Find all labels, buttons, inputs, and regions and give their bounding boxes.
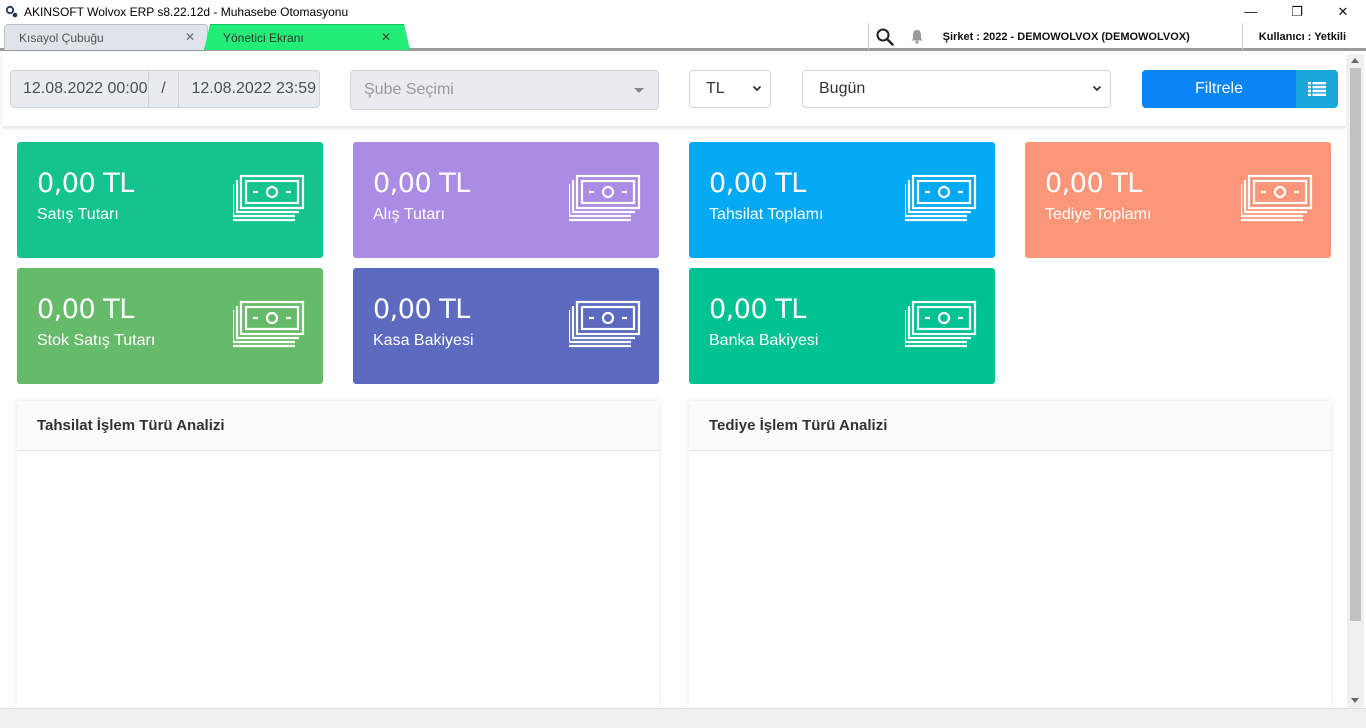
- restore-button[interactable]: ❐: [1274, 0, 1320, 23]
- close-tab-icon[interactable]: ✕: [185, 30, 195, 44]
- close-tab-icon[interactable]: ✕: [381, 30, 391, 44]
- filter-bar: 12.08.2022 00:00 / 12.08.2022 23:59 Şube…: [2, 54, 1346, 126]
- period-value: Bugün: [819, 80, 866, 97]
- date-separator: /: [149, 71, 180, 107]
- toolbar-right: Şirket : 2022 - DEMOWOLVOX (DEMOWOLVOX) …: [867, 23, 1366, 50]
- search-icon[interactable]: [869, 23, 901, 50]
- money-icon: [905, 174, 977, 222]
- chevron-down-icon: [752, 85, 762, 92]
- tab-label: Kısayol Çubuğu: [19, 30, 104, 45]
- list-icon: [1308, 82, 1326, 96]
- satis-tutari-card[interactable]: 0,00 TL Satış Tutarı: [17, 142, 323, 258]
- currency-select[interactable]: TL: [689, 70, 771, 108]
- start-date-input[interactable]: 12.08.2022 00:00: [11, 71, 149, 107]
- card-label: Satış Tutarı: [37, 206, 119, 223]
- date-range-group: 12.08.2022 00:00 / 12.08.2022 23:59: [10, 70, 320, 108]
- card-value: 0,00 TL: [373, 168, 470, 199]
- window-title: AKINSOFT Wolvox ERP s8.22.12d - Muhasebe…: [24, 4, 349, 19]
- list-view-button[interactable]: [1296, 70, 1338, 108]
- window-controls: — ❐ ✕: [1228, 0, 1366, 23]
- filter-button[interactable]: Filtrele: [1142, 70, 1296, 108]
- bell-icon[interactable]: [901, 23, 933, 50]
- tediye-toplami-card[interactable]: 0,00 TL Tediye Toplamı: [1025, 142, 1331, 258]
- tab-label: Yönetici Ekranı: [223, 30, 304, 45]
- money-icon: [905, 300, 977, 348]
- scroll-thumb[interactable]: [1350, 68, 1361, 621]
- period-select[interactable]: Bugün: [802, 70, 1111, 108]
- chevron-down-icon: [1092, 85, 1102, 92]
- app-logo-icon: [4, 4, 20, 20]
- alis-tutari-card[interactable]: 0,00 TL Alış Tutarı: [353, 142, 659, 258]
- card-value: 0,00 TL: [37, 294, 134, 325]
- stok-satis-tutari-card[interactable]: 0,00 TL Stok Satış Tutarı: [17, 268, 323, 384]
- card-label: Tediye Toplamı: [1045, 206, 1152, 223]
- status-bar: [0, 708, 1366, 728]
- close-window-button[interactable]: ✕: [1320, 0, 1366, 23]
- scroll-down-icon[interactable]: [1351, 698, 1359, 703]
- money-icon: [233, 300, 305, 348]
- card-label: Banka Bakiyesi: [709, 332, 819, 349]
- card-value: 0,00 TL: [37, 168, 134, 199]
- currency-value: TL: [706, 80, 725, 97]
- card-label: Alış Tutarı: [373, 206, 446, 223]
- tediye-analysis-panel: Tediye İşlem Türü Analizi: [689, 401, 1331, 708]
- tahsilat-analysis-panel: Tahsilat İşlem Türü Analizi: [17, 401, 659, 708]
- tab-kisayol-cubugu[interactable]: Kısayol Çubuğu ✕: [4, 24, 208, 50]
- money-icon: [233, 174, 305, 222]
- money-icon: [569, 300, 641, 348]
- end-date-input[interactable]: 12.08.2022 23:59: [179, 71, 319, 107]
- card-value: 0,00 TL: [709, 168, 806, 199]
- panel-title: Tahsilat İşlem Türü Analizi: [17, 401, 659, 451]
- tab-bar: Kısayol Çubuğu ✕ Yönetici Ekranı ✕ Şirke…: [0, 23, 1366, 51]
- money-icon: [1241, 174, 1313, 222]
- card-value: 0,00 TL: [1045, 168, 1142, 199]
- banka-bakiyesi-card[interactable]: 0,00 TL Banka Bakiyesi: [689, 268, 995, 384]
- minimize-button[interactable]: —: [1228, 0, 1274, 23]
- card-value: 0,00 TL: [709, 294, 806, 325]
- card-label: Kasa Bakiyesi: [373, 332, 474, 349]
- card-label: Stok Satış Tutarı: [37, 332, 156, 349]
- user-label: Kullanıcı : Yetkili: [1258, 30, 1346, 43]
- card-label: Tahsilat Toplamı: [709, 206, 824, 223]
- panel-title: Tediye İşlem Türü Analizi: [689, 401, 1331, 451]
- scroll-up-icon[interactable]: [1351, 58, 1359, 63]
- branch-select[interactable]: Şube Seçimi: [350, 70, 659, 110]
- branch-placeholder: Şube Seçimi: [364, 81, 454, 98]
- company-label: Şirket : 2022 - DEMOWOLVOX (DEMOWOLVOX): [942, 30, 1190, 43]
- tahsilat-toplami-card[interactable]: 0,00 TL Tahsilat Toplamı: [689, 142, 995, 258]
- money-icon: [569, 174, 641, 222]
- card-value: 0,00 TL: [373, 294, 470, 325]
- caret-down-icon: [634, 88, 644, 93]
- kasa-bakiyesi-card[interactable]: 0,00 TL Kasa Bakiyesi: [353, 268, 659, 384]
- vertical-scrollbar[interactable]: [1347, 54, 1364, 708]
- tab-yonetici-ekrani[interactable]: Yönetici Ekranı ✕: [204, 24, 410, 50]
- title-bar: AKINSOFT Wolvox ERP s8.22.12d - Muhasebe…: [0, 0, 1366, 23]
